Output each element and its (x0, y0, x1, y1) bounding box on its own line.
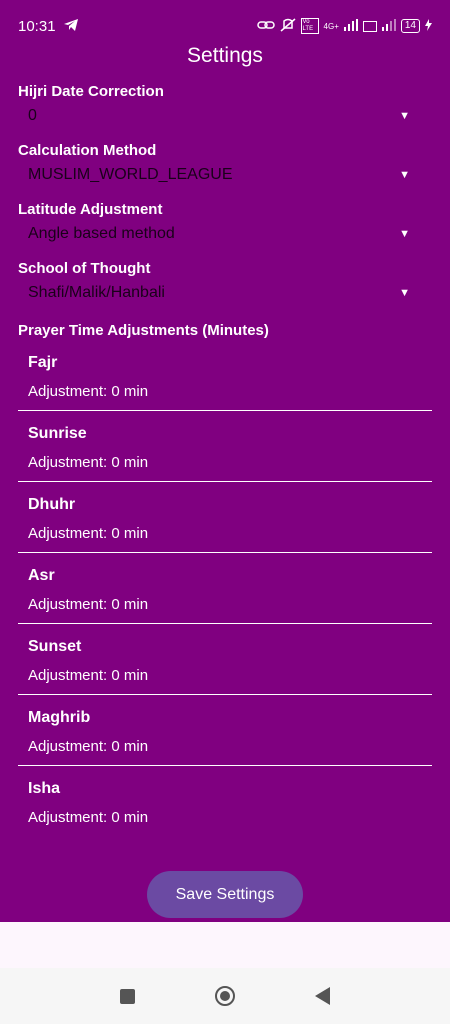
back-icon[interactable] (315, 987, 330, 1005)
hijri-correction-dropdown[interactable]: 0 ▼ (28, 103, 418, 129)
prayer-name: Sunset (28, 638, 82, 655)
chevron-down-icon: ▼ (399, 169, 410, 181)
prayer-name: Dhuhr (28, 496, 76, 513)
prayer-item-fajr[interactable]: Fajr Adjustment: 0 min (18, 340, 432, 411)
hijri-correction-label: Hijri Date Correction (18, 83, 164, 100)
telegram-icon (63, 18, 78, 35)
prayer-item-asr[interactable]: Asr Adjustment: 0 min (18, 553, 432, 624)
charging-icon (425, 18, 432, 34)
volte-icon: Vo LTE (300, 18, 319, 34)
latitude-adjustment-label: Latitude Adjustment (18, 201, 163, 218)
latitude-adjustment-dropdown[interactable]: Angle based method ▼ (28, 221, 418, 247)
prayer-adjustment: Adjustment: 0 min (28, 809, 149, 826)
volte-icon (362, 20, 377, 32)
signal-4g-icon (343, 18, 358, 34)
prayer-item-dhuhr[interactable]: Dhuhr Adjustment: 0 min (18, 482, 432, 553)
prayer-adjustment: Adjustment: 0 min (28, 596, 149, 613)
calculation-method-value: MUSLIM_WORLD_LEAGUE (28, 166, 233, 183)
school-of-thought-dropdown[interactable]: Shafi/Malik/Hanbali ▼ (28, 280, 418, 306)
prayer-item-maghrib[interactable]: Maghrib Adjustment: 0 min (18, 695, 432, 766)
chevron-down-icon: ▼ (399, 287, 410, 299)
home-icon[interactable] (215, 986, 235, 1006)
prayer-item-sunset[interactable]: Sunset Adjustment: 0 min (18, 624, 432, 695)
prayer-adjustments-label: Prayer Time Adjustments (Minutes) (18, 322, 269, 339)
latitude-adjustment-value: Angle based method (28, 225, 175, 242)
signal-icon (381, 18, 396, 34)
prayer-name: Fajr (28, 354, 58, 371)
chevron-down-icon: ▼ (399, 228, 410, 240)
recent-apps-icon[interactable] (120, 988, 135, 1004)
prayer-adjustment: Adjustment: 0 min (28, 667, 149, 684)
mute-icon (280, 17, 296, 35)
chevron-down-icon: ▼ (399, 110, 410, 122)
calculation-method-dropdown[interactable]: MUSLIM_WORLD_LEAGUE ▼ (28, 162, 418, 188)
school-of-thought-label: School of Thought (18, 260, 151, 277)
network-label: 4G+ (323, 21, 339, 31)
battery-icon: 14 (400, 19, 420, 33)
prayer-adjustment: Adjustment: 0 min (28, 383, 149, 400)
prayer-adjustment: Adjustment: 0 min (28, 738, 149, 755)
status-time: 10:31 (18, 17, 56, 35)
prayer-item-isha[interactable]: Isha Adjustment: 0 min (18, 766, 432, 837)
hijri-correction-value: 0 (28, 107, 37, 124)
prayer-item-sunrise[interactable]: Sunrise Adjustment: 0 min (18, 411, 432, 482)
link-icon (256, 19, 275, 34)
navigation-bar (0, 968, 450, 1024)
prayer-adjustment: Adjustment: 0 min (28, 525, 149, 542)
calculation-method-label: Calculation Method (18, 142, 157, 159)
prayer-name: Sunrise (28, 425, 87, 442)
save-settings-button[interactable]: Save Settings (147, 871, 303, 918)
school-of-thought-value: Shafi/Malik/Hanbali (28, 284, 165, 301)
prayer-name: Isha (28, 780, 61, 797)
prayer-name: Asr (28, 567, 55, 584)
prayer-name: Maghrib (28, 709, 91, 726)
prayer-adjustment: Adjustment: 0 min (28, 454, 149, 471)
page-title: Settings (187, 44, 263, 67)
